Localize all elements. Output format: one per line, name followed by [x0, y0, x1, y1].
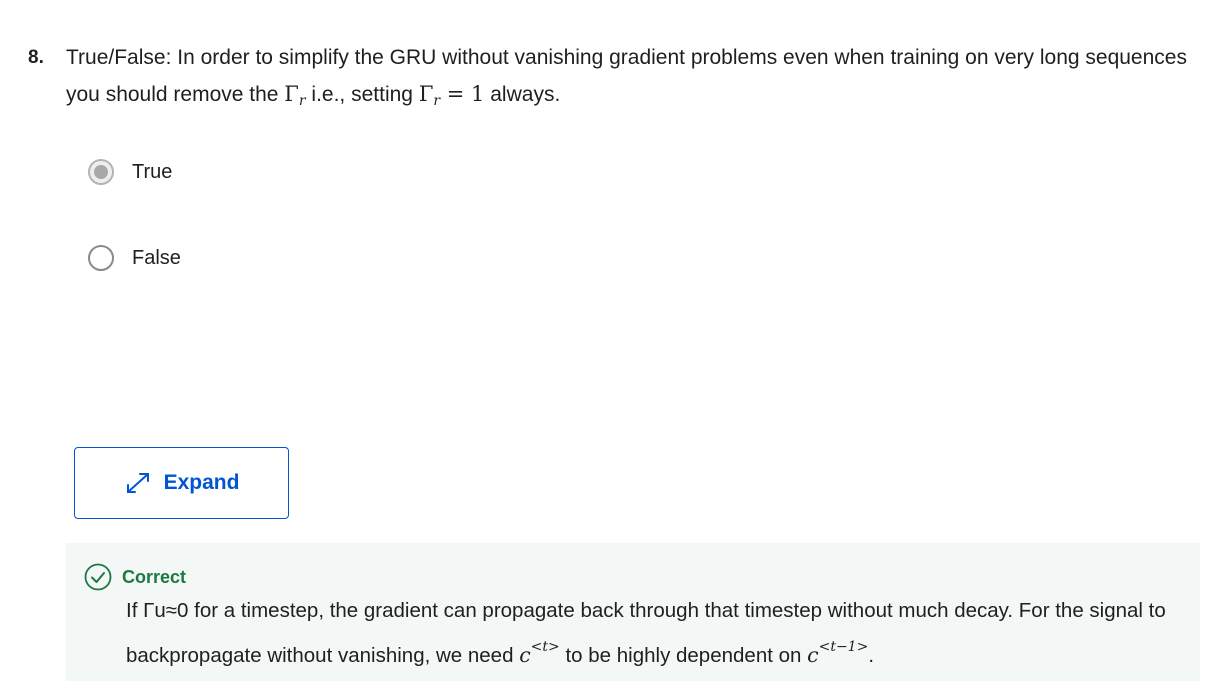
- check-circle-icon: [84, 563, 112, 591]
- feedback-header: Correct: [84, 563, 186, 591]
- question-text: True/False: In order to simplify the GRU…: [66, 40, 1188, 119]
- option-false[interactable]: False: [88, 245, 181, 271]
- expand-arrows-icon: [126, 473, 149, 493]
- radio-unselected-icon[interactable]: [88, 245, 114, 271]
- question-number: 8.: [28, 47, 44, 68]
- option-label: True: [132, 160, 173, 183]
- feedback-status: Correct: [122, 566, 187, 587]
- question-text-part: always.: [484, 83, 561, 106]
- gamma-r-symbol: Γr: [284, 82, 306, 109]
- c-t-minus-1-symbol: c<t−1>: [807, 639, 869, 667]
- expand-label: Expand: [163, 471, 240, 494]
- question-text-part: i.e., setting: [305, 83, 419, 106]
- radio-selected-icon[interactable]: [88, 159, 114, 185]
- expand-button[interactable]: Expand: [74, 447, 289, 519]
- option-true[interactable]: True: [88, 159, 172, 185]
- option-label: False: [132, 246, 181, 269]
- feedback-text: If Γu≈0 for a timestep, the gradient can…: [126, 599, 1166, 667]
- question: 8. True/False: In order to simplify the …: [28, 40, 1188, 119]
- feedback-panel: Correct If Γu≈0 for a timestep, the grad…: [66, 543, 1200, 681]
- c-t-symbol: c<t>: [519, 639, 560, 667]
- gamma-equation: Γr = 1: [418, 82, 485, 109]
- question-text-part: True/False: In order to simplify the GRU…: [66, 46, 1187, 106]
